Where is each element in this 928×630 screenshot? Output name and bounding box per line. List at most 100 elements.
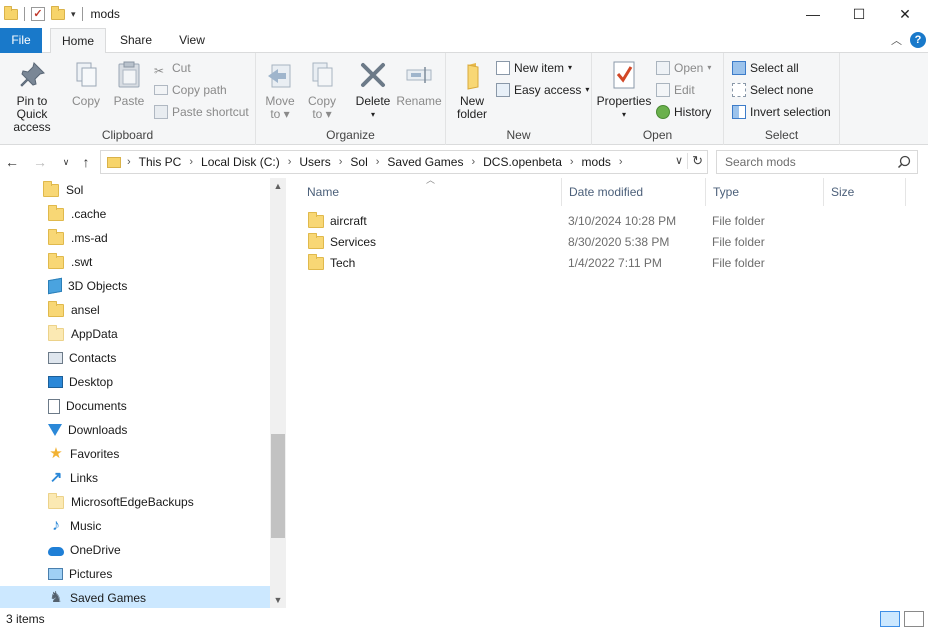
scroll-down-icon[interactable]: ▼ [270, 592, 286, 608]
tree-item[interactable]: .swt [0, 250, 270, 274]
breadcrumb-item[interactable]: Local Disk (C:) [201, 155, 280, 169]
tree-item[interactable]: .ms-ad [0, 226, 270, 250]
new-item-button[interactable]: New item ▾ [496, 58, 572, 78]
nav-pane-scrollbar[interactable]: ▲ ▼ [270, 178, 286, 608]
chevron-right-icon[interactable]: › [471, 156, 475, 168]
table-row[interactable]: aircraft 3/10/2024 10:28 PM File folder [300, 211, 860, 232]
tree-item[interactable]: ansel [0, 298, 270, 322]
refresh-icon[interactable]: ↻ [687, 153, 703, 169]
chevron-right-icon[interactable]: › [339, 156, 343, 168]
chevron-right-icon[interactable]: › [619, 156, 623, 168]
properties-button[interactable]: Properties ▾ [596, 59, 652, 121]
folder-pale-icon [48, 492, 64, 509]
column-header-type[interactable]: Type [706, 178, 824, 206]
easy-access-button[interactable]: Easy access ▾ [496, 80, 589, 100]
breadcrumb-item[interactable]: Saved Games [387, 155, 463, 169]
paste-shortcut-button[interactable]: Paste shortcut [154, 102, 249, 122]
minimize-button[interactable]: — [790, 0, 836, 28]
tree-item[interactable]: Sol [0, 178, 270, 202]
move-to-button[interactable]: Move to ▾ [262, 59, 298, 121]
table-row[interactable]: Services 8/30/2020 5:38 PM File folder [300, 232, 860, 253]
tree-item[interactable]: ♪ Music [0, 514, 270, 538]
cut-button[interactable]: ✂ Cut [154, 58, 191, 78]
tree-item[interactable]: Downloads [0, 418, 270, 442]
file-name: aircraft [330, 214, 367, 228]
tree-item-label: OneDrive [70, 543, 121, 557]
pin-to-quick-access-button[interactable]: Pin to Quick access [0, 59, 64, 134]
tab-home[interactable]: Home [50, 28, 106, 54]
tree-item[interactable]: AppData [0, 322, 270, 346]
breadcrumb-item[interactable]: DCS.openbeta [483, 155, 562, 169]
chevron-right-icon[interactable]: › [376, 156, 380, 168]
search-input[interactable]: Search mods [716, 150, 918, 174]
select-none-button[interactable]: Select none [732, 80, 813, 100]
chevron-right-icon[interactable]: › [570, 156, 574, 168]
properties-dropdown-icon: ▾ [621, 110, 626, 119]
history-button[interactable]: History [656, 102, 711, 122]
up-arrow-icon[interactable]: ↑ [76, 151, 96, 173]
collapse-ribbon-icon[interactable]: ︿ [891, 32, 902, 48]
tree-item[interactable]: ★ Favorites [0, 442, 270, 466]
links-icon: ↗ [49, 469, 63, 486]
chevron-right-icon[interactable]: › [189, 156, 193, 168]
close-button[interactable]: ✕ [882, 0, 928, 28]
new-folder-quick-icon[interactable] [51, 5, 65, 20]
breadcrumb-item[interactable]: This PC [139, 155, 182, 169]
tab-share[interactable]: Share [110, 28, 162, 53]
table-row[interactable]: Tech 1/4/2022 7:11 PM File folder [300, 253, 860, 274]
folder-icon [308, 212, 324, 228]
tree-item[interactable]: Contacts [0, 346, 270, 370]
tab-file[interactable]: File [0, 28, 42, 53]
type-cell: File folder [712, 256, 765, 270]
select-none-icon [732, 83, 746, 97]
scroll-up-icon[interactable]: ▲ [270, 178, 286, 194]
customize-toolbar-dropdown[interactable]: ▾ [71, 9, 76, 20]
invert-selection-button[interactable]: Invert selection [732, 102, 831, 122]
large-icons-view-icon[interactable] [904, 611, 924, 627]
select-all-button[interactable]: Select all [732, 58, 799, 78]
column-header-date[interactable]: Date modified [562, 178, 706, 206]
details-view-icon[interactable] [880, 611, 900, 627]
properties-quick-icon[interactable]: ✓ [31, 7, 45, 21]
clipboard-group: Pin to Quick access Copy Paste ✂ Cut Copy… [0, 53, 256, 145]
edit-button[interactable]: Edit [656, 80, 695, 100]
cut-label: Cut [172, 61, 191, 75]
tree-item[interactable]: Documents [0, 394, 270, 418]
tree-item[interactable]: Pictures [0, 562, 270, 586]
column-header-size[interactable]: Size [824, 178, 906, 206]
address-bar[interactable]: › This PC › Local Disk (C:) › Users › So… [100, 150, 708, 174]
tree-item[interactable]: MicrosoftEdgeBackups [0, 490, 270, 514]
tree-item[interactable]: ♞ Saved Games [0, 586, 270, 608]
scrollbar-thumb[interactable] [271, 434, 285, 538]
breadcrumb-item[interactable]: Users [299, 155, 330, 169]
breadcrumb-item[interactable]: Sol [350, 155, 367, 169]
help-icon[interactable]: ? [910, 32, 926, 48]
new-folder-button[interactable]: New folder [452, 59, 492, 121]
recent-locations-chevron-icon[interactable]: ∨ [56, 151, 76, 173]
breadcrumb-item[interactable]: mods [582, 155, 611, 169]
tree-item-label: Links [70, 471, 99, 485]
tree-item[interactable]: 3D Objects [0, 274, 270, 298]
tree-item[interactable]: ↗ Links [0, 466, 270, 490]
saved-games-icon: ♞ [49, 589, 63, 606]
column-header-name[interactable]: Name [300, 178, 562, 206]
tree-item[interactable]: OneDrive [0, 538, 270, 562]
copy-button[interactable]: Copy [68, 59, 104, 108]
paste-button[interactable]: Paste [110, 59, 148, 108]
rename-button[interactable]: Rename [396, 59, 442, 108]
tree-item[interactable]: .cache [0, 202, 270, 226]
back-arrow-icon[interactable]: ← [2, 151, 22, 173]
maximize-button[interactable]: ☐ [836, 0, 882, 28]
chevron-right-icon[interactable]: › [127, 156, 131, 168]
copy-to-button[interactable]: Copy to ▾ [304, 59, 340, 121]
open-button[interactable]: Open ▾ [656, 58, 711, 78]
delete-button[interactable]: Delete ▾ [352, 59, 394, 121]
tree-item[interactable]: Desktop [0, 370, 270, 394]
forward-arrow-icon[interactable]: → [30, 151, 50, 173]
chevron-right-icon[interactable]: › [288, 156, 292, 168]
copy-path-button[interactable]: Copy path [154, 80, 227, 100]
address-row: ← → ∨ ↑ › This PC › Local Disk (C:) › Us… [0, 149, 928, 175]
open-label: Open [674, 61, 704, 75]
address-history-chevron-icon[interactable]: ∨ [675, 154, 683, 167]
tab-view[interactable]: View [168, 28, 216, 53]
